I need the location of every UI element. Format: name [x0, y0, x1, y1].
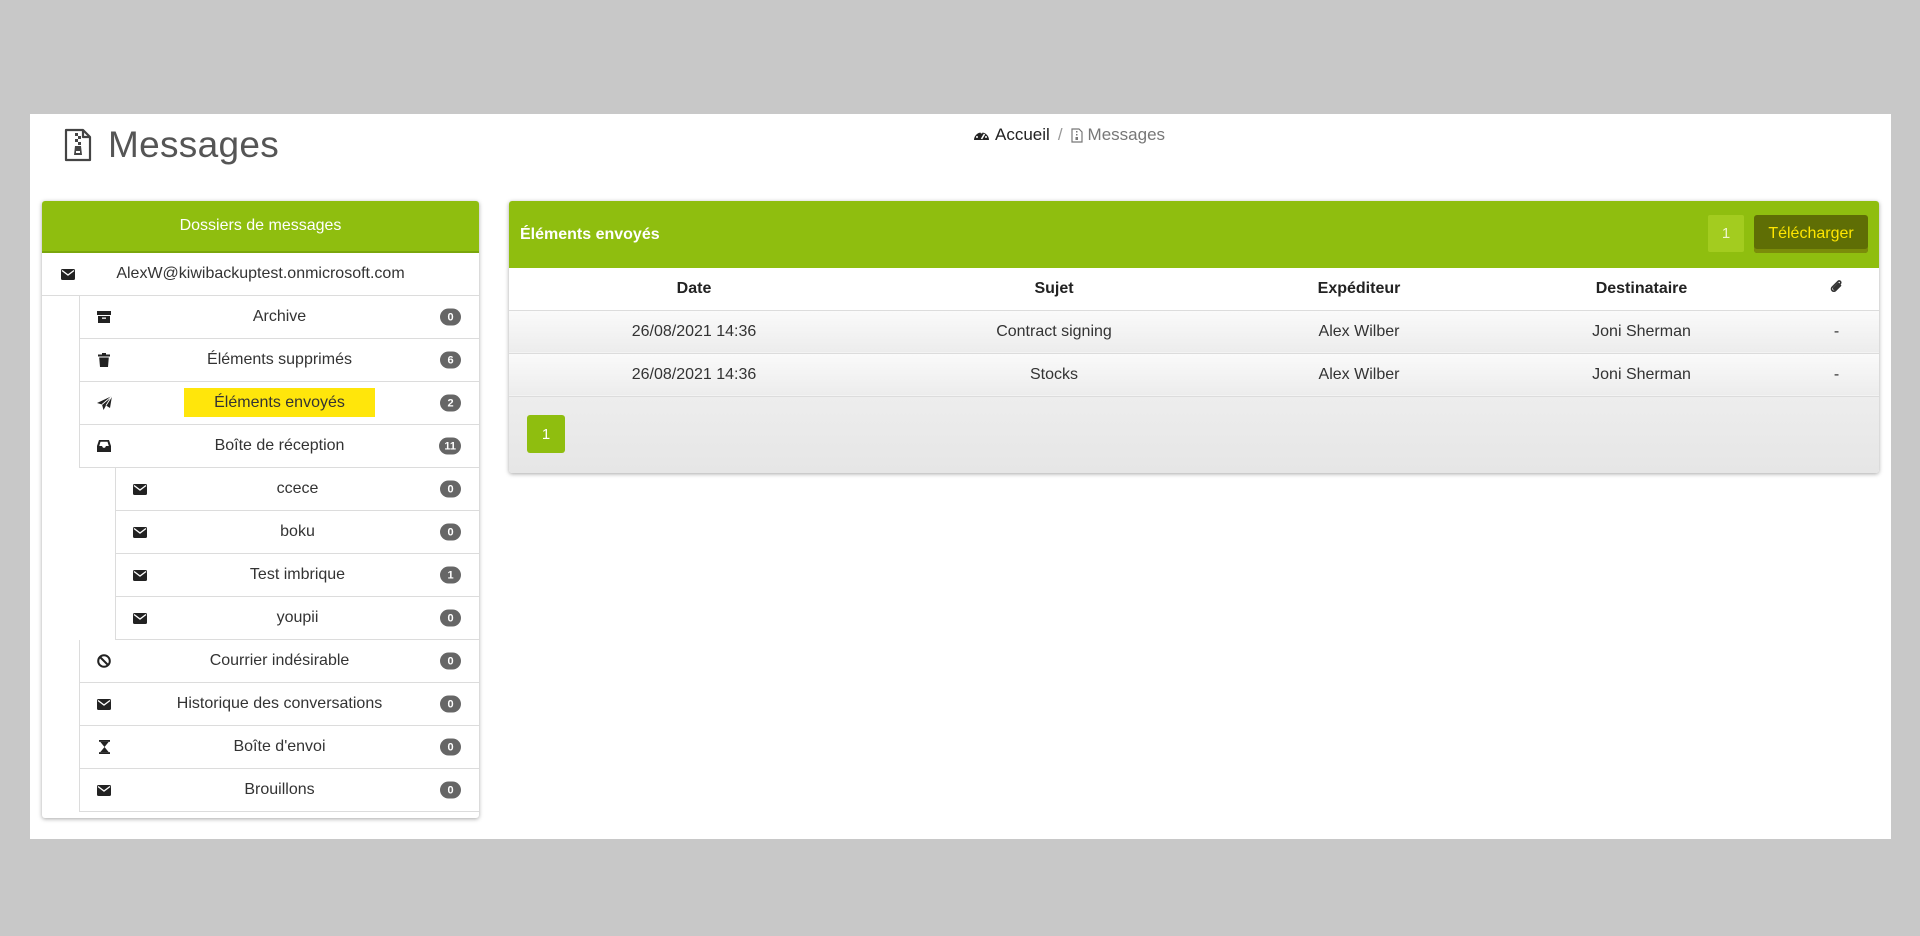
- account-row[interactable]: AlexW@kiwibackuptest.onmicrosoft.com: [42, 253, 479, 296]
- file-zipper-icon: [64, 128, 92, 162]
- folder-inbox[interactable]: Boîte de réception 11: [79, 425, 479, 468]
- folders-sidebar: Dossiers de messages AlexW@kiwibackuptes…: [42, 201, 479, 818]
- folder-label: Boîte de réception: [214, 437, 345, 454]
- trash-icon: [96, 352, 112, 368]
- folder-boku[interactable]: boku 0: [115, 511, 479, 554]
- folder-label: youpii: [276, 609, 319, 626]
- breadcrumb-separator: /: [1057, 125, 1063, 144]
- cell-date: 26/08/2021 14:36: [509, 310, 879, 354]
- folder-junk[interactable]: Courrier indésirable 0: [79, 640, 479, 683]
- folder-label: Éléments envoyés: [184, 388, 375, 417]
- app-window: Messages Accueil / Messages Dossiers de …: [30, 114, 1891, 839]
- folder-deleted-items[interactable]: Éléments supprimés 6: [79, 339, 479, 382]
- messages-panel: Éléments envoyés 1 Télécharger Date Suje…: [509, 201, 1879, 473]
- breadcrumb-current: Messages: [1070, 125, 1166, 145]
- folder-count-badge: 6: [440, 351, 461, 369]
- envelope-icon: [132, 524, 148, 540]
- panel-header: Éléments envoyés 1 Télécharger: [509, 201, 1879, 268]
- table-row[interactable]: 26/08/2021 14:36 Contract signing Alex W…: [509, 310, 1879, 354]
- folder-count-badge: 0: [440, 695, 461, 713]
- folder-conversation-history[interactable]: Historique des conversations 0: [79, 683, 479, 726]
- page-title: Messages: [64, 124, 279, 166]
- ban-icon: [96, 653, 112, 669]
- column-header-subject[interactable]: Sujet: [879, 268, 1229, 311]
- folder-count-badge: 0: [440, 308, 461, 326]
- breadcrumb-current-label: Messages: [1087, 125, 1166, 144]
- folder-count-badge: 0: [440, 781, 461, 799]
- folder-label: Éléments supprimés: [207, 351, 352, 368]
- breadcrumb-home-link[interactable]: Accueil: [973, 125, 1050, 145]
- table-header-row: Date Sujet Expéditeur Destinataire: [509, 268, 1879, 311]
- folder-label: ccece: [276, 480, 319, 497]
- folder-count-badge: 0: [440, 609, 461, 627]
- folder-label: Brouillons: [244, 781, 315, 798]
- envelope-icon: [132, 610, 148, 626]
- cell-date: 26/08/2021 14:36: [509, 353, 879, 397]
- folder-count-badge: 0: [440, 480, 461, 498]
- folder-label: boku: [280, 523, 315, 540]
- pagination-page-button[interactable]: 1: [527, 415, 565, 453]
- envelope-icon: [132, 567, 148, 583]
- inbox-icon: [96, 438, 112, 454]
- folder-drafts[interactable]: Brouillons 0: [79, 769, 479, 812]
- folder-outbox[interactable]: Boîte d'envoi 0: [79, 726, 479, 769]
- breadcrumb-home-label: Accueil: [995, 125, 1050, 144]
- folder-label: Archive: [252, 308, 307, 325]
- messages-table: Date Sujet Expéditeur Destinataire 26/08…: [509, 268, 1879, 397]
- folder-youpii[interactable]: youpii 0: [115, 597, 479, 640]
- folder-count-badge: 11: [439, 437, 461, 455]
- folder-count-badge: 2: [440, 394, 461, 412]
- folder-label: Test imbrique: [249, 566, 346, 583]
- folder-count-badge: 0: [440, 523, 461, 541]
- envelope-icon: [96, 696, 112, 712]
- breadcrumb: Accueil / Messages: [973, 125, 1165, 145]
- folder-count-badge: 0: [440, 738, 461, 756]
- archive-box-icon: [96, 309, 112, 325]
- dashboard-gauge-icon: [974, 131, 989, 140]
- folder-label-selected: Éléments envoyés: [80, 388, 479, 417]
- folder-label: Boîte d'envoi: [233, 738, 326, 755]
- cell-recipient: Joni Sherman: [1489, 310, 1794, 354]
- cell-sender: Alex Wilber: [1229, 353, 1489, 397]
- envelope-icon: [60, 266, 76, 282]
- message-count: 1: [1708, 215, 1744, 252]
- cell-sender: Alex Wilber: [1229, 310, 1489, 354]
- folder-label: Historique des conversations: [176, 695, 383, 712]
- panel-title: Éléments envoyés: [520, 225, 660, 243]
- column-header-recipient[interactable]: Destinataire: [1489, 268, 1794, 311]
- sidebar-header: Dossiers de messages: [42, 201, 479, 253]
- folder-count-badge: 1: [440, 566, 461, 584]
- file-zipper-icon: [1070, 127, 1083, 143]
- column-header-attachment[interactable]: [1794, 268, 1879, 311]
- cell-recipient: Joni Sherman: [1489, 353, 1794, 397]
- folder-archive[interactable]: Archive 0: [79, 296, 479, 339]
- account-label: AlexW@kiwibackuptest.onmicrosoft.com: [116, 265, 405, 282]
- download-button[interactable]: Télécharger: [1754, 215, 1868, 253]
- envelope-icon: [96, 782, 112, 798]
- cell-subject: Stocks: [879, 353, 1229, 397]
- paper-plane-icon: [96, 395, 112, 411]
- column-header-date[interactable]: Date: [509, 268, 879, 311]
- folder-test-imbrique[interactable]: Test imbrique 1: [115, 554, 479, 597]
- cell-subject: Contract signing: [879, 310, 1229, 354]
- folder-count-badge: 0: [440, 652, 461, 670]
- hourglass-icon: [96, 739, 112, 755]
- folder-ccece[interactable]: ccece 0: [115, 468, 479, 511]
- folder-label: Courrier indésirable: [209, 652, 350, 669]
- page-title-text: Messages: [108, 124, 280, 165]
- cell-attachment: -: [1794, 310, 1879, 354]
- column-header-sender[interactable]: Expéditeur: [1229, 268, 1489, 311]
- folder-sent-items[interactable]: Éléments envoyés 2: [79, 382, 479, 425]
- envelope-icon: [132, 481, 148, 497]
- paperclip-icon: [1830, 279, 1842, 292]
- table-row[interactable]: 26/08/2021 14:36 Stocks Alex Wilber Joni…: [509, 353, 1879, 397]
- cell-attachment: -: [1794, 353, 1879, 397]
